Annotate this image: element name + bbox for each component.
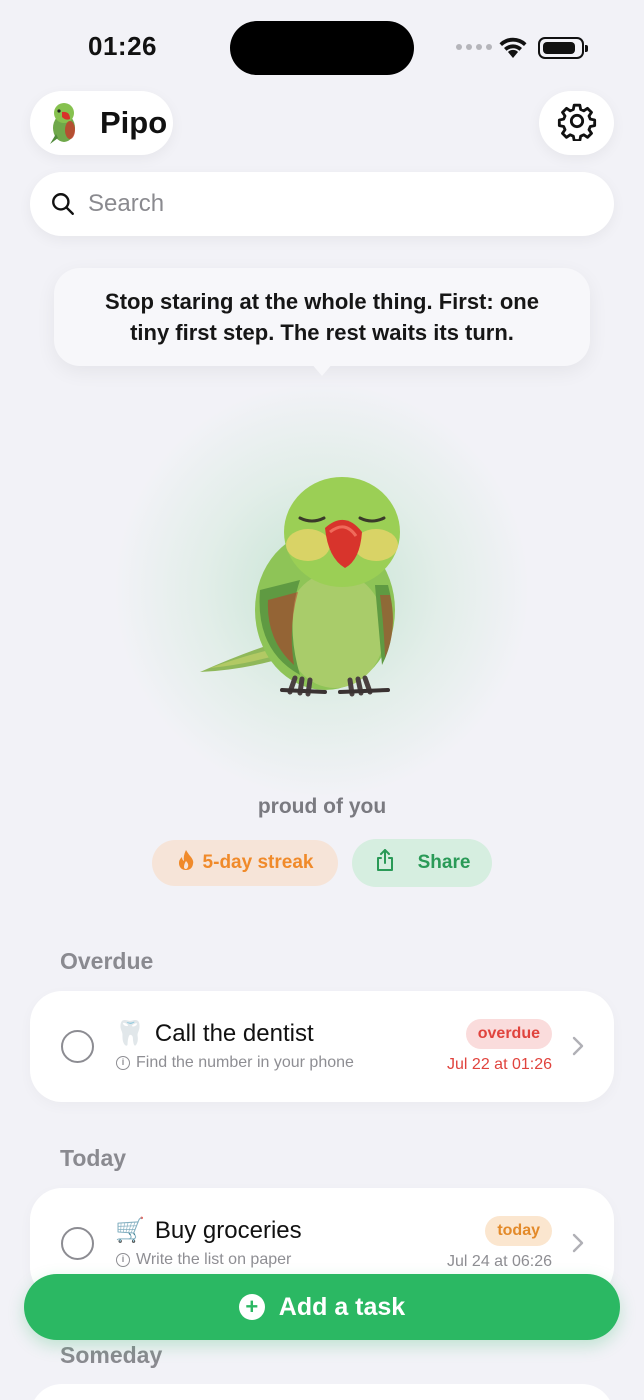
info-icon: i xyxy=(116,1056,130,1070)
chevron-right-icon xyxy=(572,1233,584,1258)
shopping-cart-icon: 🛒 xyxy=(115,1217,145,1244)
search-bar[interactable] xyxy=(30,172,614,236)
task-due-date: Jul 24 at 06:26 xyxy=(447,1253,552,1270)
share-label: Share xyxy=(417,852,471,873)
task-title: 🛒 Buy groceries xyxy=(115,1216,302,1245)
task-subtitle-text: Find the number in your phone xyxy=(136,1054,354,1071)
task-title: 🦷 Call the dentist xyxy=(115,1019,314,1048)
wifi-icon xyxy=(497,34,529,65)
search-icon xyxy=(50,191,76,217)
task-title-text: Call the dentist xyxy=(154,1020,314,1047)
app-profile-button[interactable]: Pipo xyxy=(30,91,173,155)
app-name: Pipo xyxy=(100,105,168,140)
task-subtitle: i Write the list on paper xyxy=(116,1251,291,1269)
add-task-label: Add a task xyxy=(278,1292,406,1321)
search-input[interactable] xyxy=(88,190,548,218)
status-bar: 01:26 xyxy=(0,0,644,96)
share-icon xyxy=(374,848,396,878)
flame-icon xyxy=(177,849,195,877)
status-badge-overdue: overdue xyxy=(465,1019,552,1049)
section-title-today: Today xyxy=(60,1145,127,1171)
plus-circle-icon: + xyxy=(238,1294,265,1320)
task-row-call-dentist[interactable]: 🦷 Call the dentist i Find the number in y… xyxy=(30,991,614,1102)
battery-level xyxy=(543,42,575,54)
parrot-mascot-illustration xyxy=(190,460,450,710)
add-task-button[interactable]: + Add a task xyxy=(24,1274,620,1340)
streak-badge[interactable]: 5-day streak xyxy=(152,840,338,886)
info-icon: i xyxy=(116,1253,130,1267)
task-title-text: Buy groceries xyxy=(154,1217,302,1244)
streak-label: 5-day streak xyxy=(202,852,314,873)
dynamic-island xyxy=(230,21,414,75)
speech-bubble-tail xyxy=(310,362,334,376)
task-complete-checkbox[interactable] xyxy=(61,1030,94,1063)
section-title-overdue: Overdue xyxy=(60,948,154,974)
task-due-date: Jul 22 at 01:26 xyxy=(447,1056,552,1073)
task-complete-checkbox[interactable] xyxy=(61,1227,94,1260)
gear-icon xyxy=(557,101,597,146)
settings-button[interactable] xyxy=(539,91,614,155)
status-badge-today: today xyxy=(485,1216,552,1246)
mascot-speech-bubble: Stop staring at the whole thing. First: … xyxy=(54,268,590,366)
section-title-someday: Someday xyxy=(60,1342,163,1368)
chevron-right-icon xyxy=(572,1036,584,1061)
status-time: 01:26 xyxy=(88,31,157,61)
parrot-icon xyxy=(40,99,88,147)
tooth-icon: 🦷 xyxy=(115,1020,145,1047)
task-row-someday-partial[interactable] xyxy=(30,1384,614,1400)
share-button[interactable]: Share xyxy=(352,839,492,887)
mascot-mood-label: proud of you xyxy=(257,795,387,818)
task-subtitle: i Find the number in your phone xyxy=(116,1054,354,1072)
task-subtitle-text: Write the list on paper xyxy=(136,1251,292,1268)
cellular-signal-icon xyxy=(456,44,492,50)
battery-icon xyxy=(538,37,588,59)
